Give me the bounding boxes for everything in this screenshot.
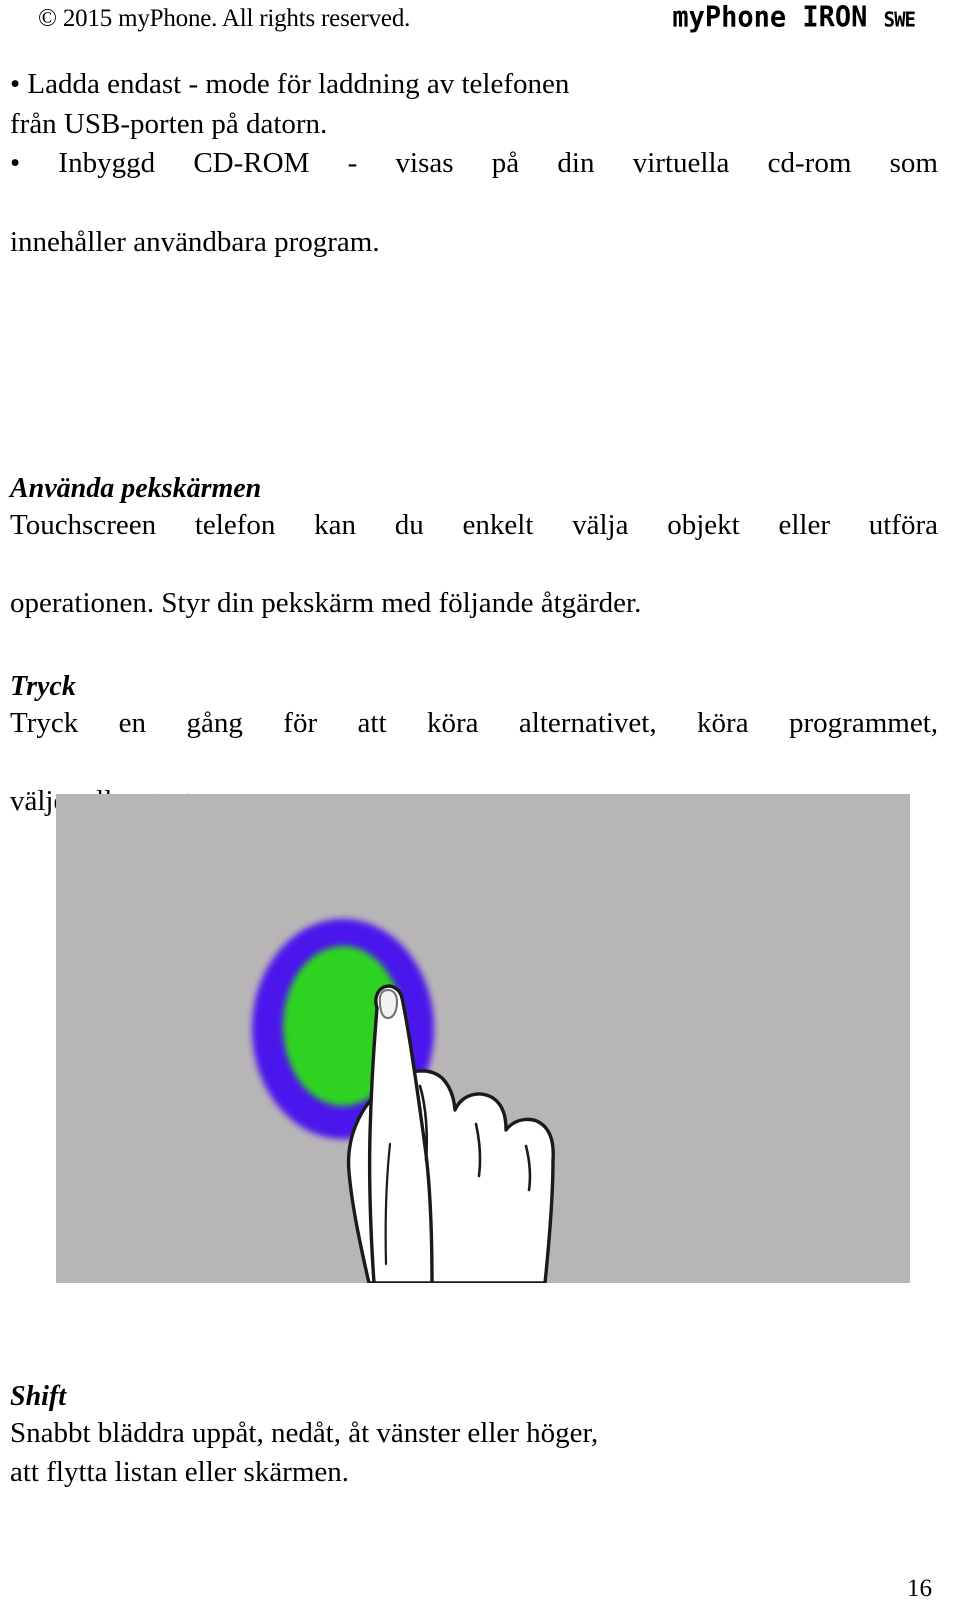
section-heading-touchscreen: Använda pekskärmen <box>10 473 262 504</box>
body-line: Snabbt bläddra uppåt, nedåt, åt vänster … <box>10 1417 599 1449</box>
fingernail <box>378 988 399 1020</box>
brand-logo: myPhone IRON SWE <box>672 0 916 38</box>
brand-logo-region: SWE <box>883 8 916 32</box>
feature-bullet-list: • Ladda endast - mode för laddning av te… <box>10 65 938 263</box>
bullet-text-line-2: innehåller användbara program. <box>10 226 380 258</box>
body-line: operationen. Styr din pekskärm med följa… <box>10 587 642 619</box>
body-line: Tryck en gång för att köra alternativet,… <box>10 707 938 739</box>
body-line: att flytta listan eller skärmen. <box>10 1456 350 1488</box>
list-item: • Inbyggd CD-ROM - visas på din virtuell… <box>10 144 938 263</box>
bullet-text-line-1: Ladda endast - mode för laddning av tele… <box>27 68 570 100</box>
bullet-text-line-2: från USB-porten på datorn. <box>10 107 328 140</box>
bullet-marker: • <box>10 68 21 100</box>
copyright-notice: © 2015 myPhone. All rights reserved. <box>38 5 411 32</box>
bullet-line: • Ladda endast - mode för laddning av te… <box>10 65 938 105</box>
bullet-line: • Inbyggd CD-ROM - visas på din virtuell… <box>10 144 938 223</box>
brand-logo-name: myPhone IRON <box>672 1 868 34</box>
body-line: Touchscreen telefon kan du enkelt välja … <box>10 509 938 541</box>
bullet-marker: • <box>10 147 21 179</box>
tap-gesture-figure-svg <box>56 794 910 1283</box>
bullet-text-line-1: Inbyggd CD-ROM - visas på din virtuella … <box>58 147 938 179</box>
page-number: 16 <box>907 1575 932 1602</box>
page-header: © 2015 myPhone. All rights reserved. myP… <box>0 0 960 42</box>
tap-gesture-illustration <box>56 794 910 1283</box>
section-body-shift: Snabbt bläddra uppåt, nedåt, åt vänster … <box>10 1414 938 1492</box>
section-body-touchscreen: Touchscreen telefon kan du enkelt välja … <box>10 506 938 623</box>
section-heading-shift: Shift <box>10 1381 67 1412</box>
section-heading-tryck: Tryck <box>10 671 76 702</box>
list-item: • Ladda endast - mode för laddning av te… <box>10 65 938 144</box>
